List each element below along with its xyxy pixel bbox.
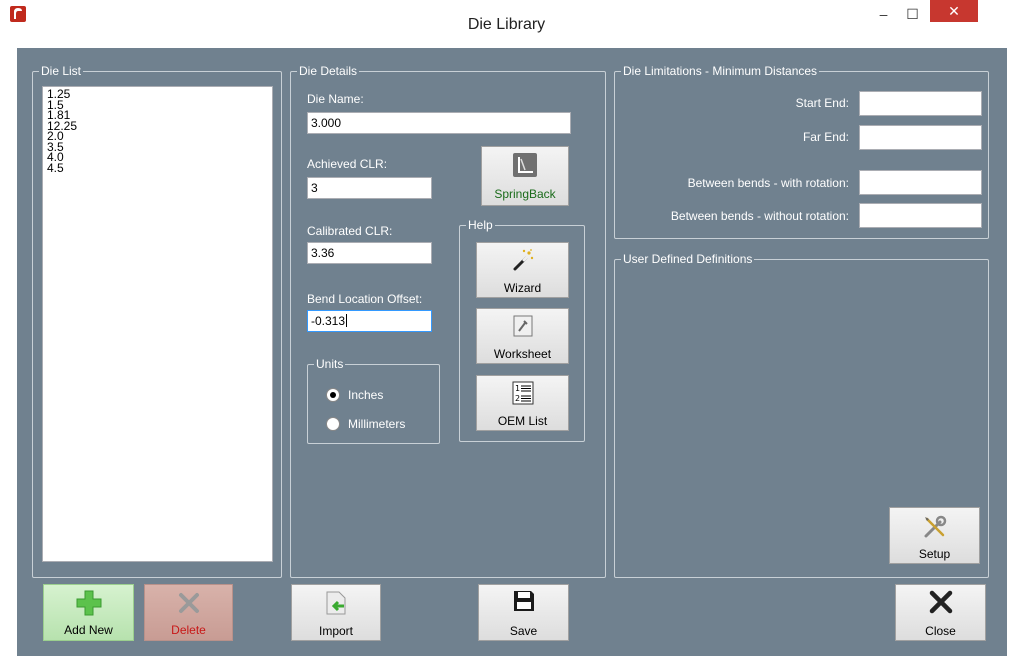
close-x-icon xyxy=(929,590,952,614)
setup-label: Setup xyxy=(918,547,951,561)
client-area: Die List 1.25 1.5 1.81 12.25 2.0 3.5 4.0… xyxy=(17,48,1007,656)
text-caret xyxy=(346,314,348,327)
list-item[interactable]: 1.25 xyxy=(47,88,268,99)
list-item[interactable]: 4.5 xyxy=(47,162,268,173)
die-limitations-group: Die Limitations - Minimum Distances Star… xyxy=(614,64,989,239)
units-inches-label: Inches xyxy=(348,388,384,402)
bend-offset-label: Bend Location Offset: xyxy=(307,292,423,306)
list-item[interactable]: 12.25 xyxy=(47,120,268,131)
add-new-button[interactable]: Add New xyxy=(43,584,134,641)
maximize-button[interactable]: ☐ xyxy=(898,3,927,25)
delete-label: Delete xyxy=(171,623,206,637)
far-end-input[interactable] xyxy=(859,125,982,150)
die-name-input[interactable]: 3.000 xyxy=(307,112,571,134)
worksheet-label: Worksheet xyxy=(493,347,552,361)
radio-inches[interactable] xyxy=(326,388,340,402)
start-end-input[interactable] xyxy=(859,91,982,116)
oem-list-label: OEM List xyxy=(497,414,548,428)
springback-icon xyxy=(513,153,537,177)
oem-list-button[interactable]: 1 2 OEM List xyxy=(476,375,569,431)
die-details-group: Die Details Die Name: 3.000 Achieved CLR… xyxy=(290,64,606,578)
start-end-label: Start End: xyxy=(795,96,849,110)
far-end-label: Far End: xyxy=(802,130,849,144)
close-window-button[interactable]: ✕ xyxy=(930,0,978,22)
achieved-clr-input[interactable]: 3 xyxy=(307,177,432,199)
help-legend: Help xyxy=(466,218,495,232)
add-new-label: Add New xyxy=(64,623,113,637)
list-item[interactable]: 4.0 xyxy=(47,151,268,162)
bend-offset-value: -0.313 xyxy=(311,314,346,328)
floppy-disk-icon xyxy=(513,591,534,611)
delete-button[interactable]: Delete xyxy=(144,584,233,641)
units-group: Units Inches Millimeters xyxy=(307,357,440,444)
wizard-label: Wizard xyxy=(503,281,542,295)
with-rotation-label: Between bends - with rotation: xyxy=(687,176,849,190)
import-label: Import xyxy=(318,624,353,638)
without-rotation-input[interactable] xyxy=(859,203,982,228)
calibrated-clr-label: Calibrated CLR: xyxy=(307,224,393,238)
close-label: Close xyxy=(925,624,956,638)
window-title: Die Library xyxy=(467,16,546,33)
die-list-legend: Die List xyxy=(39,64,84,78)
svg-text:1: 1 xyxy=(515,384,520,393)
die-name-label: Die Name: xyxy=(307,92,364,106)
save-label: Save xyxy=(509,624,538,638)
units-millimeters-label: Millimeters xyxy=(348,417,406,431)
with-rotation-input[interactable] xyxy=(859,170,982,195)
die-limitations-legend: Die Limitations - Minimum Distances xyxy=(621,64,820,78)
list-item[interactable]: 3.5 xyxy=(47,141,268,152)
wizard-button[interactable]: Wizard xyxy=(476,242,569,298)
import-button[interactable]: Import xyxy=(291,584,381,641)
die-library-window: Die Library – ☐ ✕ Die List 1.25 1.5 1.81… xyxy=(0,0,1013,663)
achieved-clr-label: Achieved CLR: xyxy=(307,157,388,171)
springback-button[interactable]: SpringBack xyxy=(481,146,569,206)
import-icon xyxy=(326,591,346,615)
minimize-button[interactable]: – xyxy=(869,3,898,25)
springback-label: SpringBack xyxy=(494,187,556,201)
tools-icon xyxy=(924,515,946,538)
save-button[interactable]: Save xyxy=(478,584,569,641)
user-defined-group: User Defined Definitions Setup xyxy=(614,252,989,578)
numbered-list-icon: 1 2 xyxy=(512,381,533,405)
help-group: Help Wizard Worksheet 1 2 OEM List xyxy=(459,218,585,442)
delete-x-icon xyxy=(178,593,199,613)
magic-wand-icon xyxy=(513,249,533,271)
without-rotation-label: Between bends - without rotation: xyxy=(670,209,849,223)
calibrated-clr-input[interactable]: 3.36 xyxy=(307,242,432,264)
list-item[interactable]: 2.0 xyxy=(47,130,268,141)
list-item[interactable]: 1.81 xyxy=(47,109,268,120)
plus-icon xyxy=(76,590,101,616)
worksheet-icon xyxy=(513,315,532,337)
radio-selected-dot xyxy=(330,392,336,398)
user-defined-legend: User Defined Definitions xyxy=(621,252,755,266)
die-details-legend: Die Details xyxy=(297,64,360,78)
die-list-box[interactable]: 1.25 1.5 1.81 12.25 2.0 3.5 4.0 4.5 xyxy=(42,86,273,562)
title-bar[interactable]: Die Library – ☐ ✕ xyxy=(0,0,1013,48)
units-legend: Units xyxy=(314,357,346,371)
close-button[interactable]: Close xyxy=(895,584,986,641)
setup-button[interactable]: Setup xyxy=(889,507,980,564)
worksheet-button[interactable]: Worksheet xyxy=(476,308,569,364)
list-item[interactable]: 1.5 xyxy=(47,99,268,110)
radio-millimeters[interactable] xyxy=(326,417,340,431)
die-list-group: Die List 1.25 1.5 1.81 12.25 2.0 3.5 4.0… xyxy=(32,64,282,578)
svg-text:2: 2 xyxy=(515,394,520,403)
bend-offset-input[interactable]: -0.313 xyxy=(307,310,432,332)
